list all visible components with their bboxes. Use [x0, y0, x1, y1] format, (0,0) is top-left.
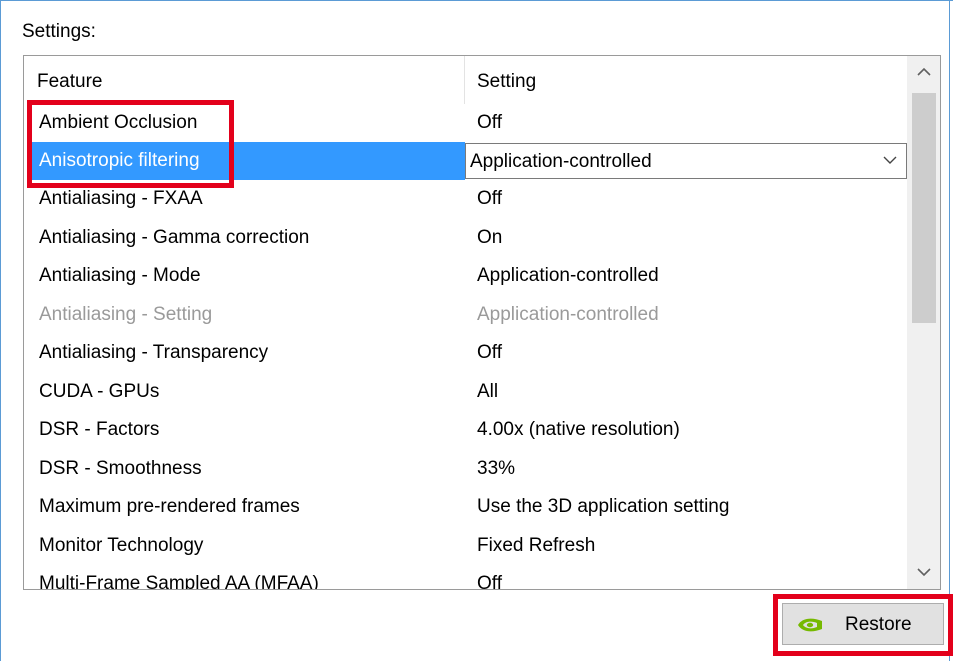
feature-name: Monitor Technology: [39, 535, 204, 556]
scrollbar-thumb[interactable]: [912, 93, 936, 323]
feature-name: Antialiasing - Gamma correction: [39, 227, 310, 248]
window-border-top: [0, 0, 953, 1]
dropdown-value: Application-controlled: [470, 151, 652, 172]
nvidia-logo-icon: [795, 616, 825, 634]
list-item-selected[interactable]: Anisotropic filtering Application-contro…: [24, 142, 907, 180]
setting-value: Application-controlled: [477, 265, 659, 286]
feature-name: Antialiasing - Setting: [39, 304, 213, 325]
feature-name: CUDA - GPUs: [39, 381, 160, 402]
setting-value: 4.00x (native resolution): [477, 419, 680, 440]
list-item[interactable]: Antialiasing - FXAA Off: [24, 180, 906, 218]
list-item[interactable]: Antialiasing - Transparency Off: [24, 334, 906, 372]
list-item[interactable]: Ambient Occlusion Off: [24, 104, 906, 142]
list-item[interactable]: Antialiasing - Mode Application-controll…: [24, 257, 906, 295]
feature-name: DSR - Factors: [39, 419, 160, 440]
setting-value: Off: [477, 112, 502, 133]
setting-value: Off: [477, 573, 502, 590]
list-item[interactable]: Antialiasing - Gamma correction On: [24, 219, 906, 257]
vertical-scrollbar[interactable]: [907, 56, 940, 589]
list-item-disabled: Antialiasing - Setting Application-contr…: [24, 296, 906, 334]
list-item[interactable]: Monitor Technology Fixed Refresh: [24, 527, 906, 565]
feature-name: DSR - Smoothness: [39, 458, 202, 479]
feature-name: Multi-Frame Sampled AA (MFAA): [39, 573, 319, 590]
window-border-left: [0, 0, 1, 661]
feature-name: Ambient Occlusion: [39, 112, 198, 133]
list-item[interactable]: Multi-Frame Sampled AA (MFAA) Off: [24, 565, 906, 590]
scroll-down-button[interactable]: [907, 556, 940, 589]
list-rows: Ambient Occlusion Off Anisotropic filter…: [24, 104, 907, 590]
setting-dropdown[interactable]: Application-controlled: [465, 143, 907, 179]
column-divider[interactable]: [464, 56, 465, 104]
setting-value: Off: [477, 188, 502, 209]
setting-value: Application-controlled: [477, 304, 659, 325]
setting-value: All: [477, 381, 499, 402]
restore-button[interactable]: Restore: [782, 603, 944, 645]
feature-name: Anisotropic filtering: [39, 150, 200, 171]
setting-value: 33%: [477, 458, 516, 479]
feature-name: Maximum pre-rendered frames: [39, 496, 300, 517]
column-header-setting[interactable]: Setting: [477, 71, 536, 93]
settings-list[interactable]: Feature Setting Ambient Occlusion Off An…: [23, 55, 941, 590]
chevron-up-icon: [917, 67, 931, 76]
window-border-right: [949, 0, 950, 661]
list-item[interactable]: DSR - Smoothness 33%: [24, 450, 906, 488]
setting-value: Fixed Refresh: [477, 535, 596, 556]
restore-button-label: Restore: [845, 614, 912, 635]
list-item[interactable]: Maximum pre-rendered frames Use the 3D a…: [24, 488, 906, 526]
chevron-down-icon[interactable]: [882, 154, 898, 166]
list-item[interactable]: DSR - Factors 4.00x (native resolution): [24, 411, 906, 449]
settings-label: Settings:: [22, 21, 96, 42]
chevron-down-icon: [917, 568, 931, 577]
setting-value: On: [477, 227, 503, 248]
setting-value: Off: [477, 342, 502, 363]
setting-value: Use the 3D application setting: [477, 496, 730, 517]
feature-name: Antialiasing - Transparency: [39, 342, 269, 363]
list-header: Feature Setting: [24, 56, 906, 104]
feature-name: Antialiasing - FXAA: [39, 188, 203, 209]
list-item[interactable]: CUDA - GPUs All: [24, 373, 906, 411]
column-header-feature[interactable]: Feature: [37, 71, 102, 93]
feature-name: Antialiasing - Mode: [39, 265, 201, 286]
scroll-up-button[interactable]: [907, 56, 940, 89]
